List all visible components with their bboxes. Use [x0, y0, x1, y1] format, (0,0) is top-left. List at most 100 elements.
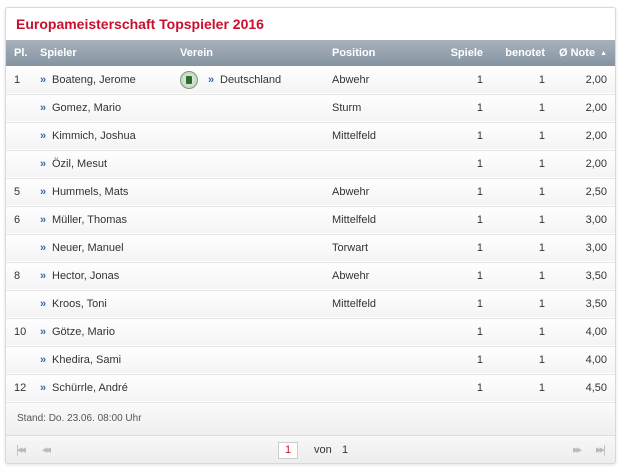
link-arrow-icon: »	[40, 242, 47, 254]
player-link[interactable]: Schürrle, André	[52, 382, 128, 394]
player-link[interactable]: Kimmich, Joshua	[52, 130, 136, 142]
table-header-row: Pl. Spieler Verein Position Spiele benot…	[6, 40, 615, 66]
link-arrow-icon: »	[40, 354, 47, 366]
cell-position: Torwart	[332, 242, 369, 254]
table-row: 1 » Boateng, Jerome » Deutschland Abwehr 1…	[6, 66, 615, 94]
cell-spiele: 1	[476, 158, 483, 170]
player-link[interactable]: Müller, Thomas	[52, 214, 127, 226]
cell-pl	[6, 122, 40, 150]
club-logo-icon	[180, 70, 198, 89]
player-link[interactable]: Götze, Mario	[52, 326, 115, 338]
next-page-icon[interactable]: ▸▸	[573, 443, 582, 456]
link-arrow-icon: »	[40, 270, 47, 282]
prev-page-icon[interactable]: ◂◂	[42, 443, 51, 456]
link-arrow-icon: »	[40, 102, 47, 114]
cell-verein	[180, 206, 332, 234]
player-link[interactable]: Khedira, Sami	[52, 354, 121, 366]
cell-spieler: » Özil, Mesut	[40, 150, 180, 178]
cell-spieler: » Kroos, Toni	[40, 290, 180, 318]
cell-spiele: 1	[476, 102, 483, 114]
cell-spieler: » Hector, Jonas	[40, 262, 180, 290]
cell-spieler: » Gomez, Mario	[40, 94, 180, 122]
table-row: » Kimmich, Joshua Mittelfeld 1 1 2,00	[6, 122, 615, 150]
cell-verein	[180, 374, 332, 402]
cell-note: 4,50	[585, 382, 607, 394]
cell-note: 2,00	[585, 102, 607, 114]
column-header-position[interactable]: Position	[332, 40, 417, 66]
link-arrow-icon: »	[40, 186, 47, 198]
cell-pl: 10	[14, 326, 27, 338]
sort-ascending-icon: ▲	[600, 49, 607, 57]
cell-position	[332, 150, 417, 178]
column-header-spiele[interactable]: Spiele	[417, 40, 483, 66]
cell-spiele: 1	[476, 298, 483, 310]
player-link[interactable]: Gomez, Mario	[52, 102, 121, 114]
cell-pl: 5	[14, 186, 21, 198]
cell-pl	[6, 290, 40, 318]
cell-position	[332, 318, 417, 346]
cell-benotet: 1	[538, 270, 545, 282]
column-header-benotet[interactable]: benotet	[483, 40, 545, 66]
cell-pl: 6	[14, 214, 21, 226]
cell-position: Mittelfeld	[332, 130, 377, 142]
table-row: 10 » Götze, Mario 1 1 4,00	[6, 318, 615, 346]
player-link[interactable]: Özil, Mesut	[52, 158, 107, 170]
cell-pl: 8	[14, 270, 21, 282]
player-link[interactable]: Neuer, Manuel	[52, 242, 124, 254]
player-link[interactable]: Hummels, Mats	[52, 186, 128, 198]
cell-note: 2,00	[585, 130, 607, 142]
last-page-icon[interactable]: ▸▸|	[596, 443, 606, 456]
cell-benotet: 1	[538, 102, 545, 114]
cell-position	[332, 346, 417, 374]
cell-verein	[180, 150, 332, 178]
page-number-input[interactable]: 1	[278, 441, 298, 459]
cell-verein	[180, 94, 332, 122]
cell-verein	[180, 234, 332, 262]
table-row: » Özil, Mesut 1 1 2,00	[6, 150, 615, 178]
cell-spieler: » Khedira, Sami	[40, 346, 180, 374]
column-header-note[interactable]: Ø Note ▲	[545, 40, 615, 66]
link-arrow-icon: »	[40, 130, 47, 142]
verein-link[interactable]: Deutschland	[220, 74, 281, 86]
cell-note: 3,50	[585, 270, 607, 282]
column-header-spieler[interactable]: Spieler	[40, 40, 180, 66]
cell-note: 4,00	[585, 326, 607, 338]
table-row: » Neuer, Manuel Torwart 1 1 3,00	[6, 234, 615, 262]
table-row: » Khedira, Sami 1 1 4,00	[6, 346, 615, 374]
cell-spieler: » Müller, Thomas	[40, 206, 180, 234]
first-page-icon[interactable]: |◂◂	[16, 443, 26, 456]
cell-benotet: 1	[538, 158, 545, 170]
player-link[interactable]: Boateng, Jerome	[52, 74, 136, 86]
link-arrow-icon: »	[40, 326, 47, 338]
cell-pl: 12	[14, 382, 27, 394]
cell-spieler: » Kimmich, Joshua	[40, 122, 180, 150]
cell-spiele: 1	[476, 214, 483, 226]
cell-benotet: 1	[538, 326, 545, 338]
cell-benotet: 1	[538, 242, 545, 254]
cell-pl	[6, 346, 40, 374]
column-header-note-label: Ø Note	[559, 47, 596, 59]
widget-title: Europameisterschaft Topspieler 2016	[16, 16, 264, 32]
cell-note: 2,50	[585, 186, 607, 198]
cell-note: 3,00	[585, 242, 607, 254]
players-table: Pl. Spieler Verein Position Spiele benot…	[6, 40, 615, 403]
table-row: 12 » Schürrle, André 1 1 4,50	[6, 374, 615, 402]
cell-position	[332, 374, 417, 402]
cell-position: Mittelfeld	[332, 298, 377, 310]
cell-spiele: 1	[476, 73, 483, 86]
player-link[interactable]: Hector, Jonas	[52, 270, 119, 282]
column-header-pl[interactable]: Pl.	[6, 40, 40, 66]
cell-benotet: 1	[538, 73, 545, 86]
cell-spieler: » Neuer, Manuel	[40, 234, 180, 262]
page-of-label: von	[314, 443, 332, 456]
cell-spiele: 1	[476, 130, 483, 142]
cell-note: 3,50	[585, 298, 607, 310]
link-arrow-icon: »	[40, 158, 47, 170]
cell-position: Abwehr	[332, 73, 370, 86]
total-pages: 1	[342, 443, 349, 456]
player-link[interactable]: Kroos, Toni	[52, 298, 107, 310]
cell-note: 2,00	[585, 73, 607, 86]
cell-spiele: 1	[476, 354, 483, 366]
cell-position: Sturm	[332, 102, 362, 114]
column-header-verein[interactable]: Verein	[180, 40, 332, 66]
